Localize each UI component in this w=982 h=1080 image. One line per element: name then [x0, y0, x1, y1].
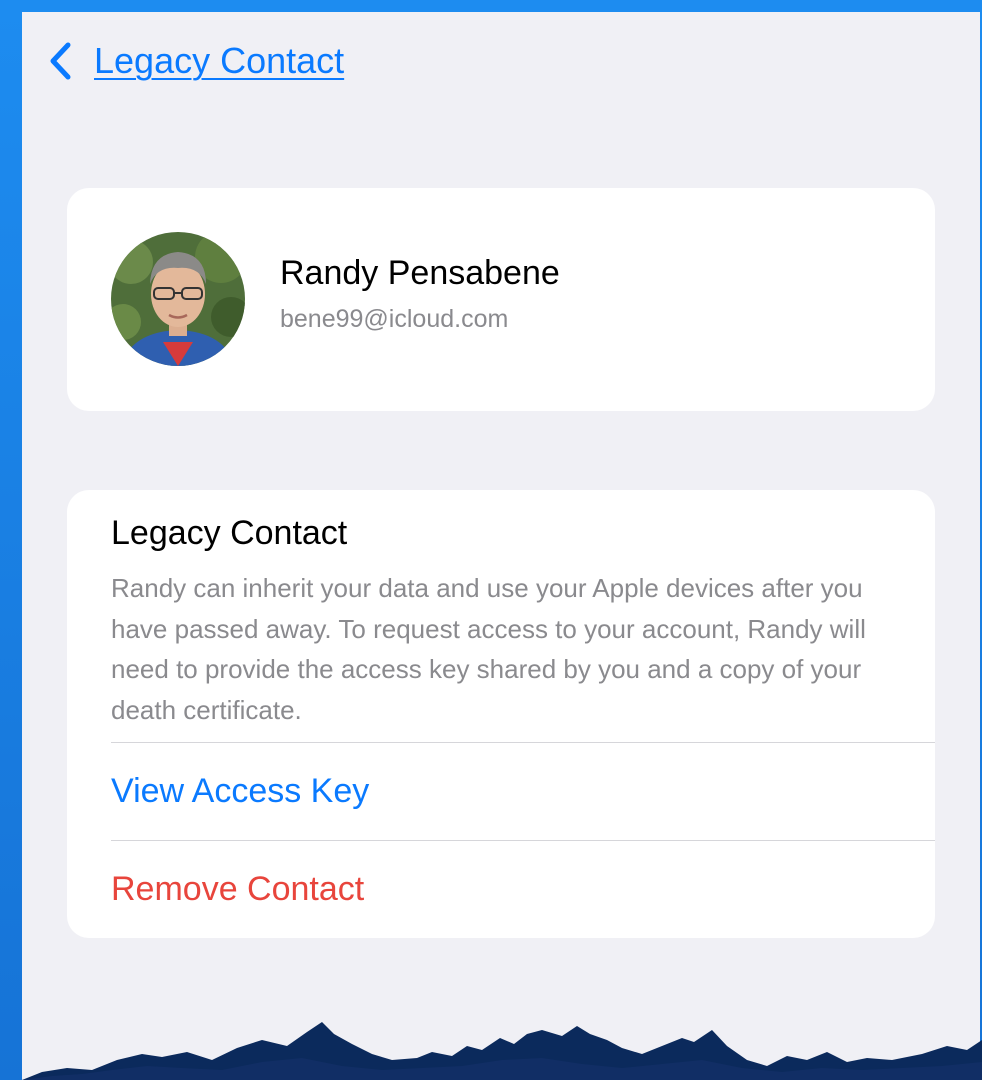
- contact-name: Randy Pensabene: [280, 254, 560, 292]
- nav-bar: Legacy Contact: [48, 40, 344, 82]
- view-access-key-button[interactable]: View Access Key: [111, 772, 369, 811]
- profile-text: Randy Pensabene bene99@icloud.com: [280, 254, 560, 334]
- avatar: [111, 232, 245, 366]
- section-title: Legacy Contact: [111, 514, 348, 552]
- mountain-silhouette-decoration: [22, 1022, 982, 1080]
- divider: [111, 840, 935, 841]
- screen: Legacy Contact Randy Pensabene bene99@ic…: [22, 12, 980, 1080]
- back-link[interactable]: Legacy Contact: [94, 40, 344, 82]
- section-description: Randy can inherit your data and use your…: [111, 573, 866, 725]
- remove-contact-button[interactable]: Remove Contact: [111, 870, 364, 909]
- profile-card: Randy Pensabene bene99@icloud.com: [67, 188, 935, 411]
- contact-email: bene99@icloud.com: [280, 305, 509, 333]
- chevron-left-icon[interactable]: [48, 41, 74, 81]
- divider: [111, 742, 935, 743]
- legacy-info-card: Legacy Contact Randy can inherit your da…: [67, 490, 935, 938]
